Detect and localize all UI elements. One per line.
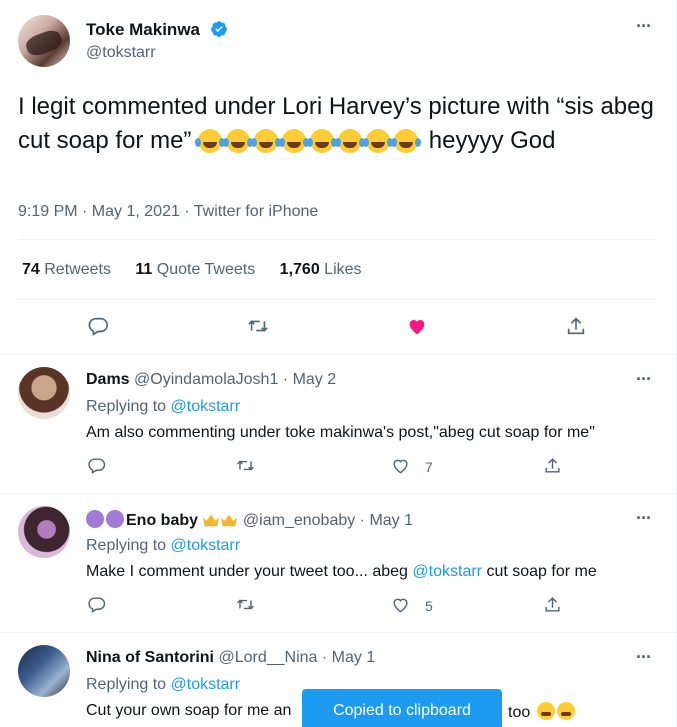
more-options-icon[interactable]: ··· [636, 508, 652, 529]
tears-of-joy-icon [363, 129, 391, 153]
more-options-icon[interactable]: ··· [636, 16, 652, 37]
retweet-icon[interactable] [247, 315, 269, 337]
replying-to: Replying to @tokstarr [86, 676, 241, 693]
author-name[interactable]: Toke Makinwa [86, 20, 200, 39]
replying-to-link[interactable]: @tokstarr [171, 676, 241, 693]
reply-tweet[interactable]: Eno baby @iam_enobaby · May 1 ··· Replyi… [0, 494, 677, 633]
tears-of-joy-emoji-run [195, 127, 422, 154]
like-count: 7 [425, 459, 433, 475]
like-count: 5 [425, 598, 433, 614]
replying-to: Replying to @tokstarr [86, 398, 241, 415]
tears-of-joy-icon [195, 129, 223, 153]
copied-toast: Copied to clipboard [302, 689, 502, 727]
tears-of-joy-icon [335, 129, 363, 153]
tweet-timestamp[interactable]: 9:19 PM · May 1, 2021 · Twitter for iPho… [18, 203, 318, 221]
reply-handle-date[interactable]: @Lord__Nina · May 1 [218, 649, 375, 666]
reply-handle-date[interactable]: @iam_enobaby · May 1 [243, 512, 413, 529]
reply-text: Make I comment under your tweet too... a… [86, 563, 597, 580]
quote-tweets-stat[interactable]: 11 Quote Tweets [135, 261, 255, 278]
reply-avatar[interactable] [18, 506, 70, 558]
purple-heart-icon [106, 510, 124, 528]
retweet-icon[interactable] [236, 595, 255, 614]
reply-author-row[interactable]: Eno baby @iam_enobaby · May 1 [86, 510, 413, 530]
replying-to: Replying to @tokstarr [86, 537, 241, 554]
reply-text: Am also commenting under toke makinwa's … [86, 424, 595, 441]
crown-icon [221, 514, 238, 527]
reply-tweet[interactable]: Dams @OyindamolaJosh1 · May 2 ··· Replyi… [0, 355, 677, 494]
retweet-icon[interactable] [236, 456, 255, 475]
replying-to-link[interactable]: @tokstarr [171, 398, 241, 415]
more-options-icon[interactable]: ··· [636, 369, 652, 390]
tears-of-joy-icon [223, 129, 251, 153]
reply-author-name[interactable]: Eno baby [126, 512, 198, 529]
more-options-icon[interactable]: ··· [636, 647, 652, 668]
likes-stat[interactable]: 1,760 Likes [280, 261, 362, 278]
reply-icon[interactable] [87, 315, 109, 337]
tears-of-joy-icon [279, 129, 307, 153]
reply-avatar[interactable] [18, 645, 70, 697]
reply-author-row[interactable]: Dams @OyindamolaJosh1 · May 2 [86, 371, 336, 389]
crown-icon [203, 514, 220, 527]
author-avatar[interactable] [18, 15, 70, 67]
retweets-stat[interactable]: 74 Retweets [22, 261, 111, 278]
tired-face-icon [536, 702, 555, 720]
reply-author-name[interactable]: Nina of Santorini [86, 649, 214, 666]
reply-avatar[interactable] [18, 367, 70, 419]
like-icon[interactable] [391, 456, 410, 475]
reply-icon[interactable] [87, 456, 106, 475]
author-name-row[interactable]: Toke Makinwa [86, 20, 228, 40]
reply-author-row[interactable]: Nina of Santorini @Lord__Nina · May 1 [86, 649, 375, 667]
tweet-text-part2: heyyyy God [428, 127, 556, 154]
divider [18, 239, 656, 240]
tears-of-joy-icon [391, 129, 419, 153]
share-icon[interactable] [565, 315, 587, 337]
tears-of-joy-icon [251, 129, 279, 153]
purple-heart-icon [86, 510, 104, 528]
verified-badge-icon [210, 21, 227, 37]
replying-to-link[interactable]: @tokstarr [171, 537, 241, 554]
reply-handle-date[interactable]: @OyindamolaJosh1 · May 2 [134, 371, 336, 388]
liked-heart-icon[interactable] [406, 315, 428, 337]
reply-text-end: too [508, 702, 575, 722]
reply-icon[interactable] [87, 595, 106, 614]
divider [18, 299, 656, 300]
tears-of-joy-icon [307, 129, 335, 153]
share-icon[interactable] [543, 456, 562, 475]
author-handle[interactable]: @tokstarr [86, 44, 156, 62]
like-icon[interactable] [391, 595, 410, 614]
mention-link[interactable]: @tokstarr [412, 563, 482, 580]
reply-author-name[interactable]: Dams [86, 371, 130, 388]
tired-face-icon [556, 702, 575, 720]
tweet-stats: 74 Retweets 11 Quote Tweets 1,760 Likes [22, 261, 382, 279]
tweet-text: I legit commented under Lori Harvey’s pi… [18, 90, 658, 158]
main-tweet: Toke Makinwa @tokstarr ··· I legit comme… [0, 0, 677, 355]
share-icon[interactable] [543, 595, 562, 614]
reply-text-start: Cut your own soap for me an [86, 702, 292, 719]
